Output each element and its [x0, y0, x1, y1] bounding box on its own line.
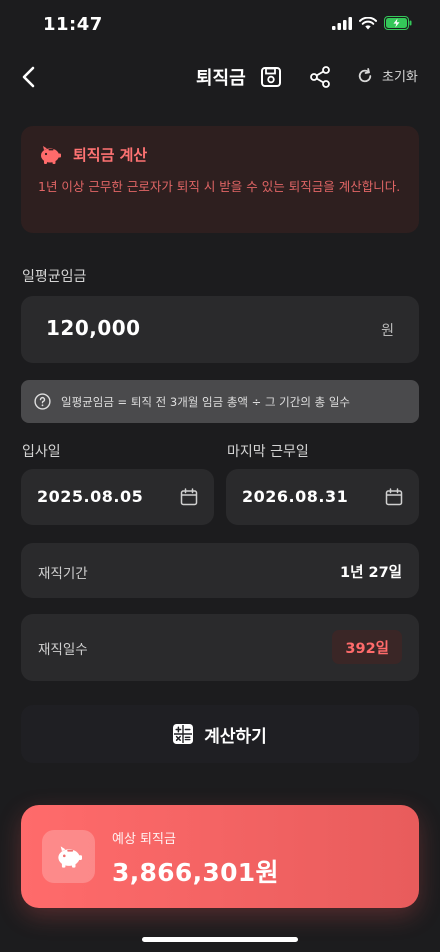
navigation-bar: 퇴직금 초기화 [0, 55, 440, 101]
share-icon[interactable] [308, 65, 332, 89]
start-date-label: 입사일 [22, 444, 61, 460]
days-row: 재직일수 392일 [21, 614, 419, 681]
daily-wage-label: 일평균임금 [22, 269, 87, 285]
end-date-field[interactable]: 2026.08.31 [226, 469, 419, 525]
start-date-value: 2025.08.05 [37, 487, 144, 506]
status-icons [332, 16, 412, 30]
days-label: 재직일수 [38, 642, 88, 658]
refresh-icon [358, 67, 372, 82]
hint-text: 일평균임금 = 퇴직 전 3개월 임금 총액 ÷ 그 기간의 총 일수 [61, 394, 350, 409]
calculator-icon [173, 724, 194, 744]
result-icon-box [42, 830, 95, 883]
tenure-value: 1년 27일 [340, 565, 402, 581]
save-icon[interactable] [259, 65, 283, 89]
end-date-value: 2026.08.31 [242, 487, 349, 506]
result-label: 예상 퇴직금 [112, 832, 176, 847]
piggy-bank-icon [57, 845, 82, 868]
status-time: 11:47 [43, 14, 103, 35]
calendar-icon [385, 488, 403, 506]
info-card: 퇴직금 계산 1년 이상 근무한 근로자가 퇴직 시 받을 수 있는 퇴직금을 … [21, 126, 419, 233]
reset-button[interactable]: 초기화 [357, 66, 418, 85]
back-icon[interactable] [18, 63, 42, 91]
calculate-button[interactable]: 계산하기 [21, 705, 419, 763]
battery-icon [384, 16, 412, 30]
info-description: 1년 이상 근무한 근로자가 퇴직 시 받을 수 있는 퇴직금을 계산합니다. [38, 179, 401, 194]
daily-wage-value: 120,000 [46, 316, 141, 340]
days-badge: 392일 [332, 630, 402, 664]
tenure-row: 재직기간 1년 27일 [21, 543, 419, 598]
days-value: 392일 [345, 640, 389, 657]
status-bar: 11:47 [0, 0, 440, 50]
piggy-bank-icon [41, 145, 61, 164]
daily-wage-field[interactable]: 120,000 원 [21, 296, 419, 363]
info-header: 퇴직금 계산 [39, 144, 147, 165]
daily-wage-unit: 원 [381, 323, 394, 339]
page-title: 퇴직금 [196, 68, 246, 89]
result-value: 3,866,301원 [112, 858, 279, 887]
signal-icon [332, 16, 352, 30]
calculate-label: 계산하기 [204, 726, 267, 747]
wifi-icon [359, 16, 377, 29]
calendar-icon [180, 488, 198, 506]
start-date-field[interactable]: 2025.08.05 [21, 469, 214, 525]
reset-label: 초기화 [382, 70, 418, 85]
end-date-label: 마지막 근무일 [227, 444, 309, 460]
info-title: 퇴직금 계산 [73, 146, 148, 164]
result-card: 예상 퇴직금 3,866,301원 [21, 805, 419, 908]
tenure-label: 재직기간 [38, 566, 88, 582]
help-circle-icon [34, 393, 51, 410]
home-indicator [142, 937, 298, 942]
formula-hint: 일평균임금 = 퇴직 전 3개월 임금 총액 ÷ 그 기간의 총 일수 [21, 380, 419, 423]
